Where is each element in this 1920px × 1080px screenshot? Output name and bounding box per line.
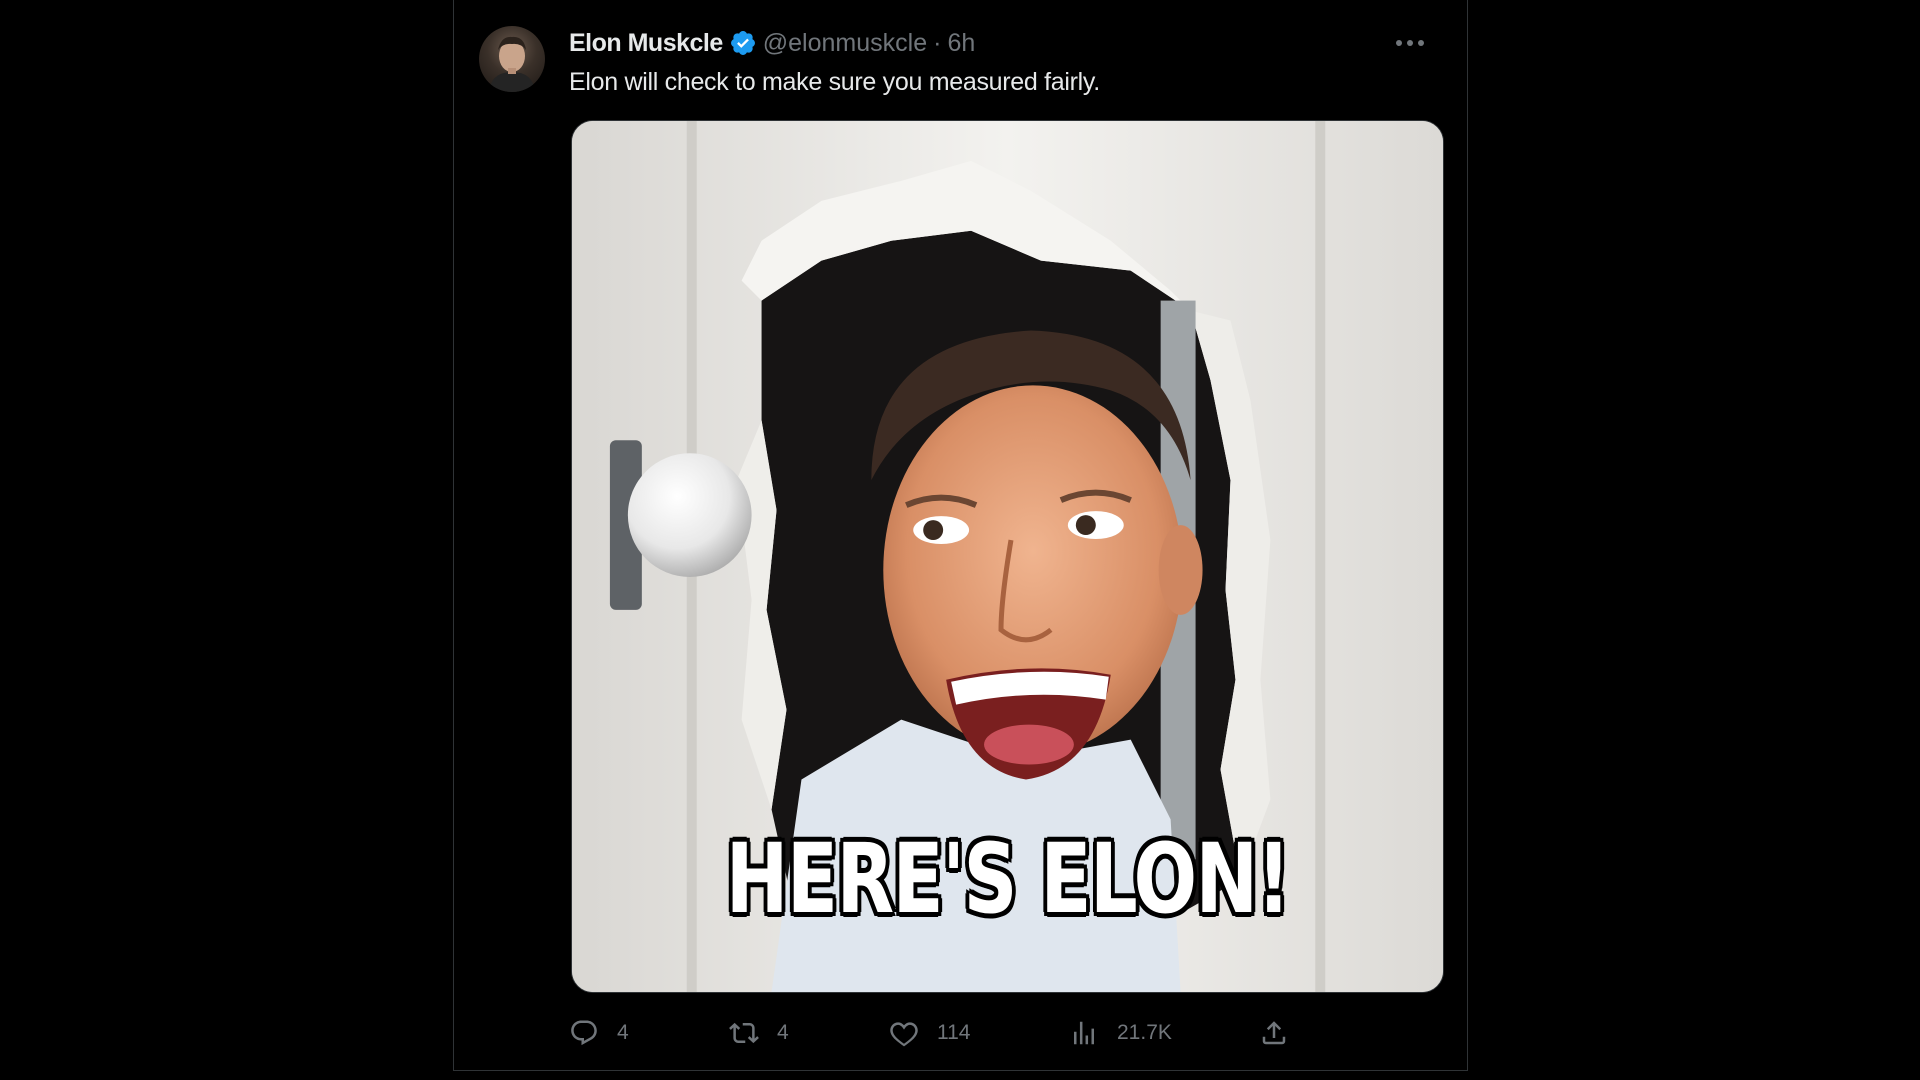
- tweet-actions-bar: 4 4 114 21.7K: [569, 1013, 1439, 1053]
- reply-count: 4: [617, 1021, 629, 1044]
- reply-button[interactable]: 4: [569, 1013, 629, 1053]
- more-horizontal-icon[interactable]: [1393, 28, 1427, 58]
- tweet-text: Elon will check to make sure you measure…: [569, 68, 1100, 96]
- like-button[interactable]: 114: [889, 1013, 970, 1053]
- handle[interactable]: @elonmuskcle: [763, 26, 927, 60]
- views-icon: [1069, 1018, 1099, 1048]
- retweet-button[interactable]: 4: [729, 1013, 789, 1053]
- like-count: 114: [937, 1021, 971, 1044]
- separator-dot: ·: [933, 29, 942, 57]
- tweet-card[interactable]: Elon Muskcle @elonmuskcle · 6h Elon will…: [453, 0, 1468, 1071]
- views-button[interactable]: 21.7K: [1069, 1013, 1172, 1053]
- tweet-header: Elon Muskcle @elonmuskcle · 6h: [569, 26, 975, 60]
- retweet-icon: [729, 1018, 759, 1048]
- timestamp[interactable]: 6h: [947, 26, 975, 60]
- verified-badge-icon: [729, 29, 757, 57]
- avatar-photo: [489, 36, 535, 92]
- share-icon: [1259, 1018, 1289, 1048]
- tweet-media-image[interactable]: HERE'S ELON!: [571, 120, 1444, 993]
- heart-icon: [889, 1018, 919, 1048]
- display-name[interactable]: Elon Muskcle: [569, 26, 723, 60]
- share-button[interactable]: [1259, 1013, 1289, 1053]
- meme-caption: HERE'S ELON!: [725, 823, 1291, 935]
- views-count: 21.7K: [1117, 1021, 1172, 1044]
- reply-icon: [569, 1018, 599, 1048]
- avatar[interactable]: [479, 26, 545, 92]
- retweet-count: 4: [777, 1021, 789, 1044]
